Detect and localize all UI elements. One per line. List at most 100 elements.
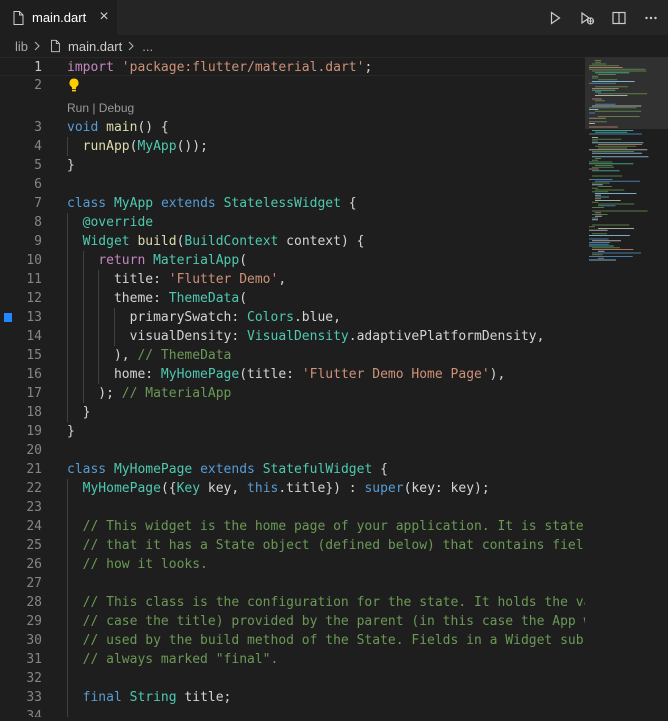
code-line[interactable]: 26 // how it looks.: [0, 555, 585, 574]
minimap-line: [592, 214, 608, 215]
minimap-line: [589, 229, 608, 231]
code-line[interactable]: 27: [0, 574, 585, 593]
minimap-line: [592, 63, 607, 65]
code-line[interactable]: 18 }: [0, 403, 585, 422]
minimap-line: [589, 235, 630, 236]
code-line[interactable]: 33 final String title;: [0, 688, 585, 707]
minimap-line: [592, 77, 598, 79]
code-line[interactable]: 8 @override: [0, 213, 585, 232]
line-number: 10: [26, 253, 42, 268]
minimap-background: [585, 57, 668, 717]
code-line[interactable]: 9 Widget build(BuildContext context) {: [0, 232, 585, 251]
code-text: import 'package:flutter/material.dart';: [67, 60, 373, 75]
code-line[interactable]: 11 title: 'Flutter Demo',: [0, 270, 585, 289]
line-number: 21: [26, 462, 42, 477]
code-line[interactable]: 16 home: MyHomePage(title: 'Flutter Demo…: [0, 365, 585, 384]
minimap-line: [592, 137, 598, 138]
code-line[interactable]: 31 // always marked "final".: [0, 650, 585, 669]
run-button[interactable]: [544, 7, 566, 29]
code-editor[interactable]: 1 import 'package:flutter/material.dart';…: [0, 57, 668, 717]
minimap-line: [592, 156, 649, 158]
code-line[interactable]: 34: [0, 707, 585, 717]
code-line[interactable]: 14 visualDensity: VisualDensity.adaptive…: [0, 327, 585, 346]
more-icon: [645, 16, 657, 19]
minimap-line: [592, 81, 635, 82]
minimap-line: [592, 182, 610, 184]
code-line[interactable]: 3 void main() {: [0, 118, 585, 137]
minimap-line: [598, 79, 618, 81]
code-line[interactable]: 25 // that it has a State object (define…: [0, 536, 591, 555]
minimap-line: [592, 89, 616, 91]
minimap-line: [589, 82, 617, 84]
more-actions-button[interactable]: [640, 7, 662, 29]
minimap-line: [589, 117, 606, 119]
minimap-line: [592, 217, 598, 219]
code-line[interactable]: 13 primarySwatch: Colors.blue,: [0, 308, 585, 327]
code-line[interactable]: 6: [0, 175, 585, 194]
code-line[interactable]: 1 import 'package:flutter/material.dart';: [0, 57, 585, 76]
code-text: // used by the build method of the State…: [82, 633, 592, 648]
code-text: runApp(MyApp());: [82, 139, 208, 154]
code-text: class MyHomePage extends StatefulWidget …: [67, 462, 388, 477]
code-line[interactable]: 20: [0, 441, 585, 460]
minimap-line: [595, 91, 601, 93]
minimap-line: [592, 240, 621, 242]
code-line[interactable]: 29 // case the title) provided by the pa…: [0, 612, 591, 631]
minimap-line: [598, 186, 612, 187]
close-icon[interactable]: ×: [96, 9, 112, 25]
minimap-line: [595, 180, 641, 182]
minimap-line: [592, 201, 598, 203]
debug-button[interactable]: [576, 7, 598, 29]
minimap-line: [595, 196, 610, 198]
code-line[interactable]: 23: [0, 498, 585, 517]
code-line[interactable]: 21 class MyHomePage extends StatefulWidge…: [0, 460, 585, 479]
minimap-line: [589, 68, 646, 70]
code-text: class MyApp extends StatelessWidget {: [67, 196, 357, 211]
code-line[interactable]: 28 // This class is the configuration fo…: [0, 593, 591, 612]
minimap-line: [589, 163, 634, 165]
run-icon: [550, 10, 561, 25]
minimap[interactable]: [585, 57, 668, 717]
line-number: 17: [26, 386, 42, 401]
minimap-line: [592, 142, 644, 144]
code-line[interactable]: 30 // used by the build method of the St…: [0, 631, 591, 650]
code-line[interactable]: 17 ); // MaterialApp: [0, 384, 585, 403]
minimap-line: [592, 152, 642, 154]
indent-guide: [83, 251, 84, 403]
minimap-line: [592, 70, 647, 72]
code-line[interactable]: 4 runApp(MyApp());: [0, 137, 585, 156]
minimap-line: [592, 210, 648, 212]
lightbulb-icon[interactable]: [67, 77, 81, 93]
code-text: // This class is the configuration for t…: [82, 595, 592, 610]
minimap-line: [589, 256, 633, 257]
line-number: 32: [26, 671, 42, 686]
code-line[interactable]: 10 return MaterialApp(: [0, 251, 585, 270]
minimap-line: [589, 245, 614, 247]
code-line[interactable]: 19}: [0, 422, 585, 441]
code-line[interactable]: 32: [0, 669, 585, 688]
code-line[interactable]: 5}: [0, 156, 585, 175]
code-text: // This widget is the home page of your …: [82, 519, 592, 534]
minimap-line: [592, 254, 603, 256]
indent-guide: [67, 213, 68, 422]
codelens-run-debug[interactable]: Run | Debug: [67, 99, 134, 118]
line-number: 8: [34, 215, 42, 230]
code-line[interactable]: 12 theme: ThemeData(: [0, 289, 585, 308]
chevron-right-icon: [33, 40, 43, 52]
code-line[interactable]: 2: [0, 76, 585, 95]
minimap-line: [595, 100, 606, 102]
indent-guide: [67, 137, 68, 156]
code-text: ); // MaterialApp: [67, 386, 232, 401]
breadcrumb-file[interactable]: main.dart: [68, 39, 122, 54]
breadcrumb-folder[interactable]: lib: [15, 39, 28, 54]
tab-main-dart[interactable]: main.dart ×: [0, 0, 117, 35]
code-line[interactable]: 24 // This widget is the home page of yo…: [0, 517, 591, 536]
line-number: 3: [34, 120, 42, 135]
code-text: @override: [82, 215, 154, 230]
split-editor-button[interactable]: [608, 7, 630, 29]
code-line[interactable]: 22 MyHomePage({Key key, this.title}) : s…: [0, 479, 585, 498]
minimap-line: [589, 161, 613, 163]
breadcrumb-more[interactable]: ...: [142, 39, 153, 54]
code-line[interactable]: 15 ), // ThemeData: [0, 346, 585, 365]
code-line[interactable]: 7 class MyApp extends StatelessWidget {: [0, 194, 585, 213]
